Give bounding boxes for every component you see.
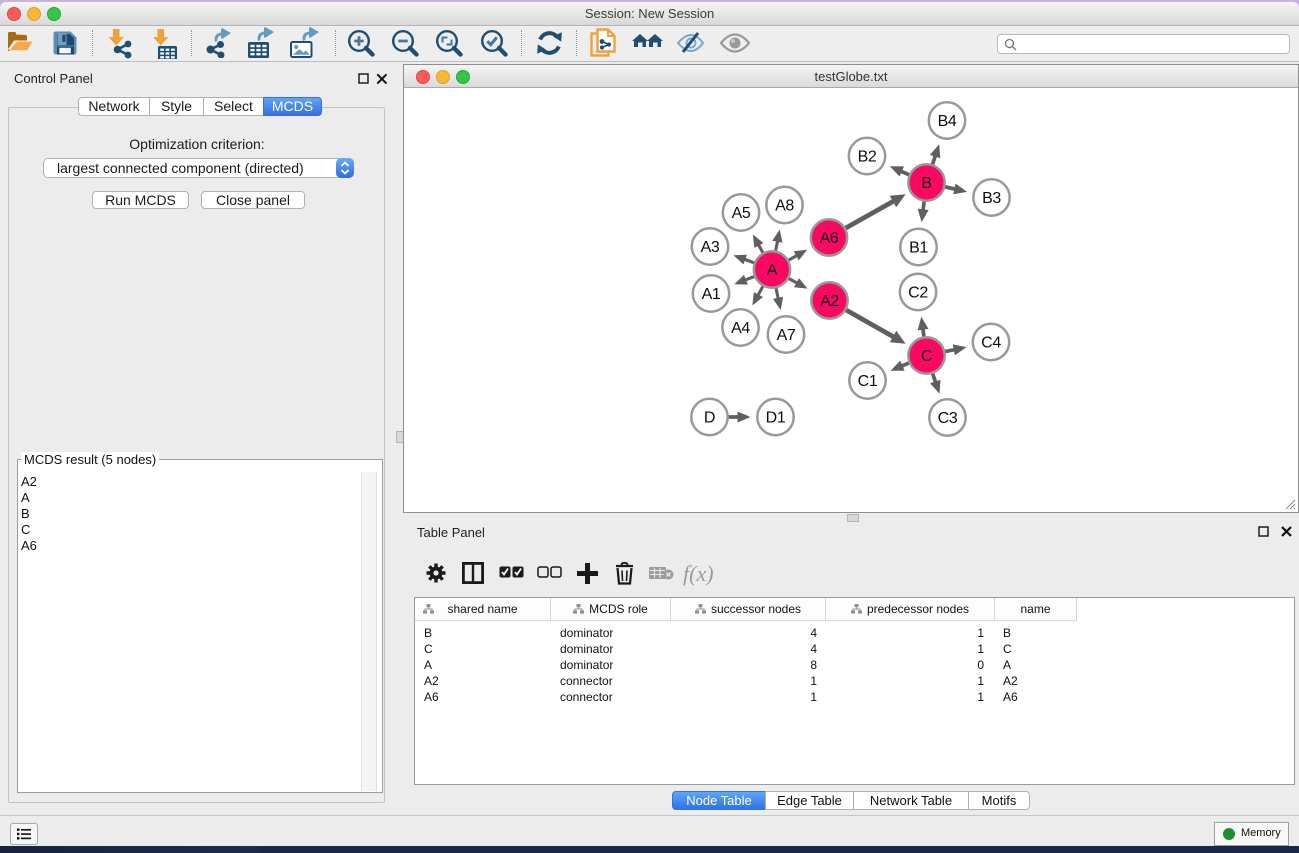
svg-text:C4: C4 [981, 335, 1001, 352]
svg-text:A8: A8 [775, 198, 794, 215]
svg-text:B: B [921, 175, 931, 192]
svg-text:A3: A3 [701, 239, 720, 256]
svg-text:C2: C2 [908, 285, 928, 302]
svg-text:B2: B2 [858, 149, 877, 166]
svg-text:D1: D1 [766, 410, 786, 427]
svg-text:A1: A1 [702, 286, 721, 303]
svg-text:D: D [704, 410, 715, 427]
svg-text:C1: C1 [858, 373, 878, 390]
svg-text:A2: A2 [820, 293, 839, 310]
svg-text:A6: A6 [820, 230, 839, 247]
svg-text:A4: A4 [731, 320, 750, 337]
svg-text:C: C [921, 348, 932, 365]
svg-text:A: A [767, 262, 778, 279]
svg-text:A5: A5 [732, 205, 751, 222]
svg-text:B1: B1 [909, 240, 928, 257]
svg-text:B4: B4 [938, 113, 957, 130]
svg-text:C3: C3 [938, 410, 958, 427]
svg-text:B3: B3 [982, 190, 1001, 207]
svg-text:A7: A7 [777, 327, 796, 344]
